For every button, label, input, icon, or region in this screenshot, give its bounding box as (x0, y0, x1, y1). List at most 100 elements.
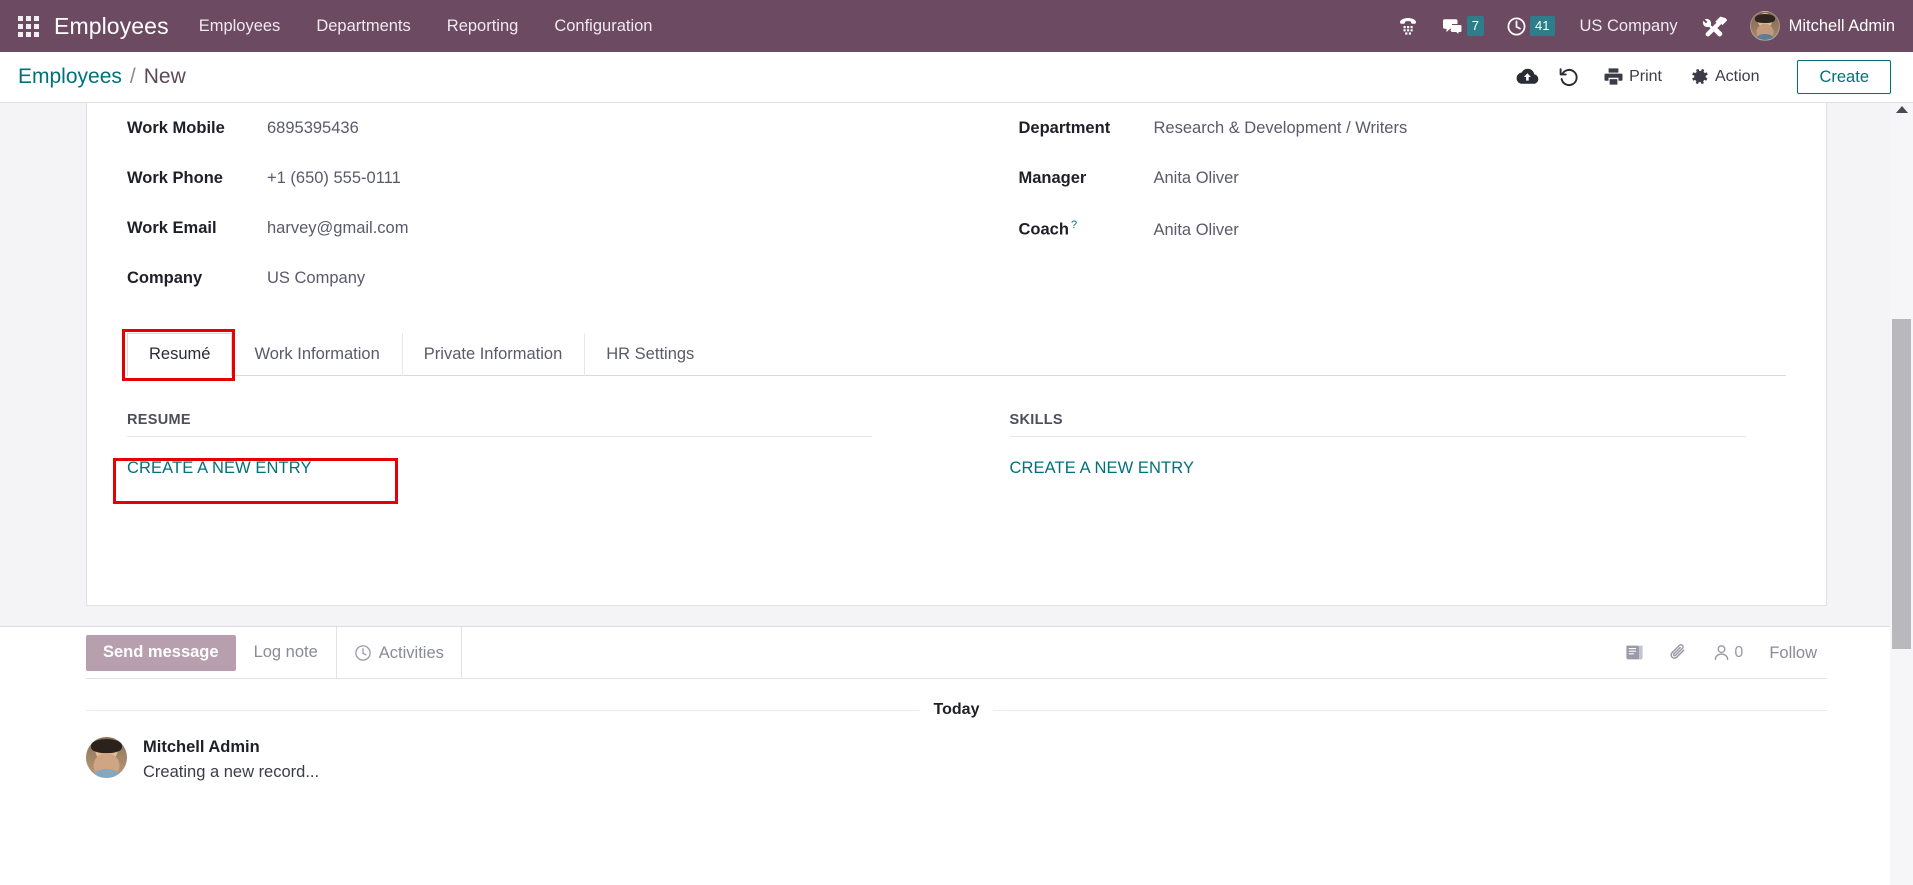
form-column-right: Department Research & Development / Writ… (957, 119, 1787, 319)
field-label-coach: Coach? (1019, 219, 1154, 240)
follow-button[interactable]: Follow (1755, 627, 1827, 679)
messages-icon (1442, 18, 1463, 36)
activities-menu-button[interactable]: 41 (1495, 0, 1565, 52)
resume-create-new-entry-link[interactable]: CREATE A NEW ENTRY (127, 459, 312, 478)
discard-changes-button[interactable] (1548, 60, 1590, 94)
action-menu-button[interactable]: Action (1676, 60, 1773, 94)
field-department: Department Research & Development / Writ… (1019, 119, 1787, 169)
field-value-work-phone[interactable]: +1 (650) 555-0111 (267, 169, 401, 188)
tools-icon (1702, 16, 1727, 36)
field-work-email: Work Email harvey@gmail.com (127, 219, 957, 269)
tab-hr-settings[interactable]: HR Settings (584, 333, 716, 376)
clock-icon (355, 645, 371, 661)
form-column-left: Work Mobile 6895395436 Work Phone +1 (65… (127, 119, 957, 319)
breadcrumb-employees[interactable]: Employees (18, 65, 122, 89)
menu-item-reporting[interactable]: Reporting (429, 0, 537, 52)
coach-help-icon[interactable]: ? (1071, 219, 1077, 231)
field-value-manager[interactable]: Anita Oliver (1154, 169, 1239, 188)
field-value-coach[interactable]: Anita Oliver (1154, 221, 1239, 240)
form-region: Work Mobile 6895395436 Work Phone +1 (65… (0, 103, 1913, 626)
employee-notebook: Resumé Work Information Private Informat… (113, 329, 1787, 504)
messages-menu-button[interactable]: 7 (1430, 0, 1495, 52)
app-brand-employees[interactable]: Employees (50, 13, 181, 40)
menu-item-employees[interactable]: Employees (181, 0, 299, 52)
avatar (86, 737, 127, 778)
resume-section-title: RESUME (127, 412, 872, 437)
top-navbar: Employees Employees Departments Reportin… (0, 0, 1913, 52)
avatar (1749, 11, 1780, 41)
field-value-work-mobile[interactable]: 6895395436 (267, 119, 359, 138)
field-label-work-email: Work Email (127, 219, 217, 237)
control-panel-actions: Print Action Create (1506, 59, 1891, 95)
user-menu[interactable]: Mitchell Admin (1738, 11, 1901, 41)
company-switcher[interactable]: US Company (1566, 17, 1692, 36)
print-menu-button[interactable]: Print (1590, 60, 1676, 94)
field-label-work-mobile: Work Mobile (127, 119, 225, 137)
printer-icon (1604, 68, 1623, 86)
user-name: Mitchell Admin (1788, 16, 1895, 35)
scrollbar-thumb[interactable] (1892, 319, 1911, 649)
field-label-work-phone: Work Phone (127, 169, 223, 187)
paperclip-icon (1670, 644, 1685, 659)
skills-section: SKILLS CREATE A NEW ENTRY (957, 412, 1787, 478)
notebook-page-resume: RESUME CREATE A NEW ENTRY SKILLS CREATE … (113, 376, 1787, 504)
print-label: Print (1629, 67, 1662, 85)
chatter: Send message Log note Activities 0 Follo… (0, 626, 1913, 885)
message-author: Mitchell Admin (143, 738, 260, 756)
field-label-coach-text: Coach (1018, 220, 1069, 239)
save-record-button[interactable] (1506, 60, 1548, 94)
clock-icon (1507, 17, 1526, 35)
day-separator: Today (86, 701, 1827, 719)
followers-button[interactable]: 0 (1700, 643, 1755, 662)
menu-item-configuration[interactable]: Configuration (536, 0, 670, 52)
main-content: Work Mobile 6895395436 Work Phone +1 (65… (0, 103, 1913, 885)
notebook-tablist: Resumé Work Information Private Informat… (127, 333, 1786, 376)
caret-up-icon[interactable] (1895, 106, 1908, 113)
send-message-button[interactable]: Send message (86, 634, 236, 671)
log-note-button[interactable]: Log note (236, 643, 336, 662)
field-label-manager: Manager (1018, 169, 1087, 187)
action-label: Action (1715, 67, 1760, 85)
field-coach: Coach? Anita Oliver (1019, 219, 1787, 269)
field-label-company: Company (127, 269, 203, 287)
field-value-department[interactable]: Research & Development / Writers (1154, 119, 1408, 138)
followers-count: 0 (1734, 643, 1744, 661)
chatter-right-tools: 0 Follow (1612, 627, 1827, 678)
developer-tools-button[interactable] (1692, 0, 1738, 52)
message-text: Creating a new record... (143, 763, 320, 781)
attachment-button[interactable] (1656, 627, 1700, 679)
field-label-department: Department (1018, 119, 1111, 137)
vertical-scrollbar[interactable] (1890, 103, 1913, 885)
breadcrumb: Employees / New (18, 65, 186, 89)
user-icon (1715, 645, 1729, 661)
activities-counter: 41 (1530, 16, 1555, 36)
field-work-phone: Work Phone +1 (650) 555-0111 (127, 169, 957, 219)
field-value-work-email[interactable]: harvey@gmail.com (267, 219, 408, 238)
message-body: Mitchell Admin Creating a new record... (143, 737, 319, 782)
messages-counter: 7 (1466, 16, 1485, 36)
create-button[interactable]: Create (1797, 59, 1891, 95)
breadcrumb-current-new: New (143, 65, 186, 88)
tab-private-information[interactable]: Private Information (401, 333, 584, 376)
voip-phone-button[interactable] (1386, 0, 1430, 52)
field-manager: Manager Anita Oliver (1019, 169, 1787, 219)
apps-menu-toggle[interactable] (6, 0, 50, 52)
schedule-activity-button[interactable]: Activities (335, 627, 462, 679)
menu-item-departments[interactable]: Departments (298, 0, 428, 52)
cloud-upload-icon (1516, 69, 1539, 85)
breadcrumb-separator: / (129, 65, 136, 88)
skills-create-new-entry-link[interactable]: CREATE A NEW ENTRY (1010, 459, 1195, 478)
log-book-button[interactable] (1612, 627, 1656, 679)
tab-resume[interactable]: Resumé (127, 333, 233, 376)
navbar-menu: Employees Departments Reporting Configur… (181, 0, 671, 52)
day-separator-label: Today (933, 701, 980, 718)
tab-work-information[interactable]: Work Information (232, 333, 401, 376)
skills-section-title: SKILLS (1009, 412, 1746, 437)
field-value-company[interactable]: US Company (267, 269, 365, 288)
field-company: Company US Company (127, 269, 957, 319)
resume-section: RESUME CREATE A NEW ENTRY (113, 412, 957, 504)
field-work-mobile: Work Mobile 6895395436 (127, 119, 957, 169)
day-separator-line-right (993, 709, 1827, 711)
book-icon (1626, 645, 1643, 660)
activities-label: Activities (378, 643, 444, 662)
